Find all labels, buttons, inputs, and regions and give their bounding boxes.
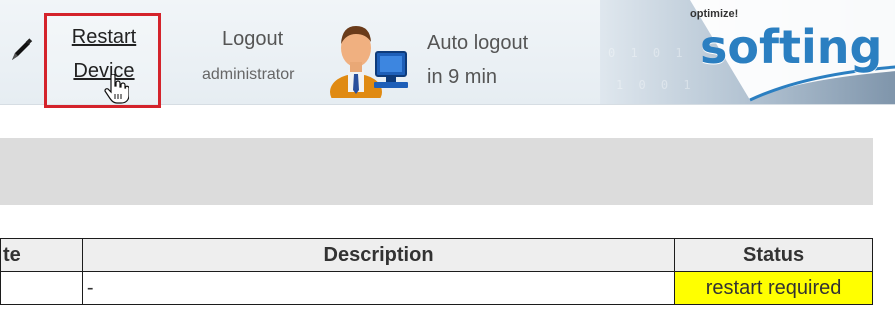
restart-device-highlight: Restart Device [44, 13, 161, 108]
pencil-icon[interactable] [6, 34, 36, 64]
cell-date [0, 271, 83, 305]
auto-logout-time: in 9 min [427, 66, 498, 88]
column-header-description: Description [81, 238, 676, 272]
cell-description: - [81, 271, 676, 305]
table-header-row: te Description Status [0, 238, 873, 272]
user-at-computer-icon [330, 26, 408, 98]
table-row: - restart required [0, 271, 873, 305]
status-badge: restart required [674, 271, 873, 305]
content-banner [0, 138, 873, 205]
brand-tagline: optimize! [690, 8, 739, 20]
top-header: Restart Device Logout administrator Auto… [0, 0, 895, 108]
softing-logo: softing [700, 20, 883, 74]
restart-label: Restart [71, 26, 137, 48]
column-header-status: Status [674, 238, 873, 272]
hand-cursor-icon [104, 74, 129, 104]
logout-link[interactable]: Logout [222, 28, 283, 51]
auto-logout-label: Auto logout [427, 32, 529, 54]
auto-logout-info: Auto logout in 9 min [427, 26, 528, 94]
status-table: te Description Status - restart required [0, 238, 873, 305]
user-name: administrator [202, 66, 295, 83]
column-header-date: te [0, 238, 83, 272]
